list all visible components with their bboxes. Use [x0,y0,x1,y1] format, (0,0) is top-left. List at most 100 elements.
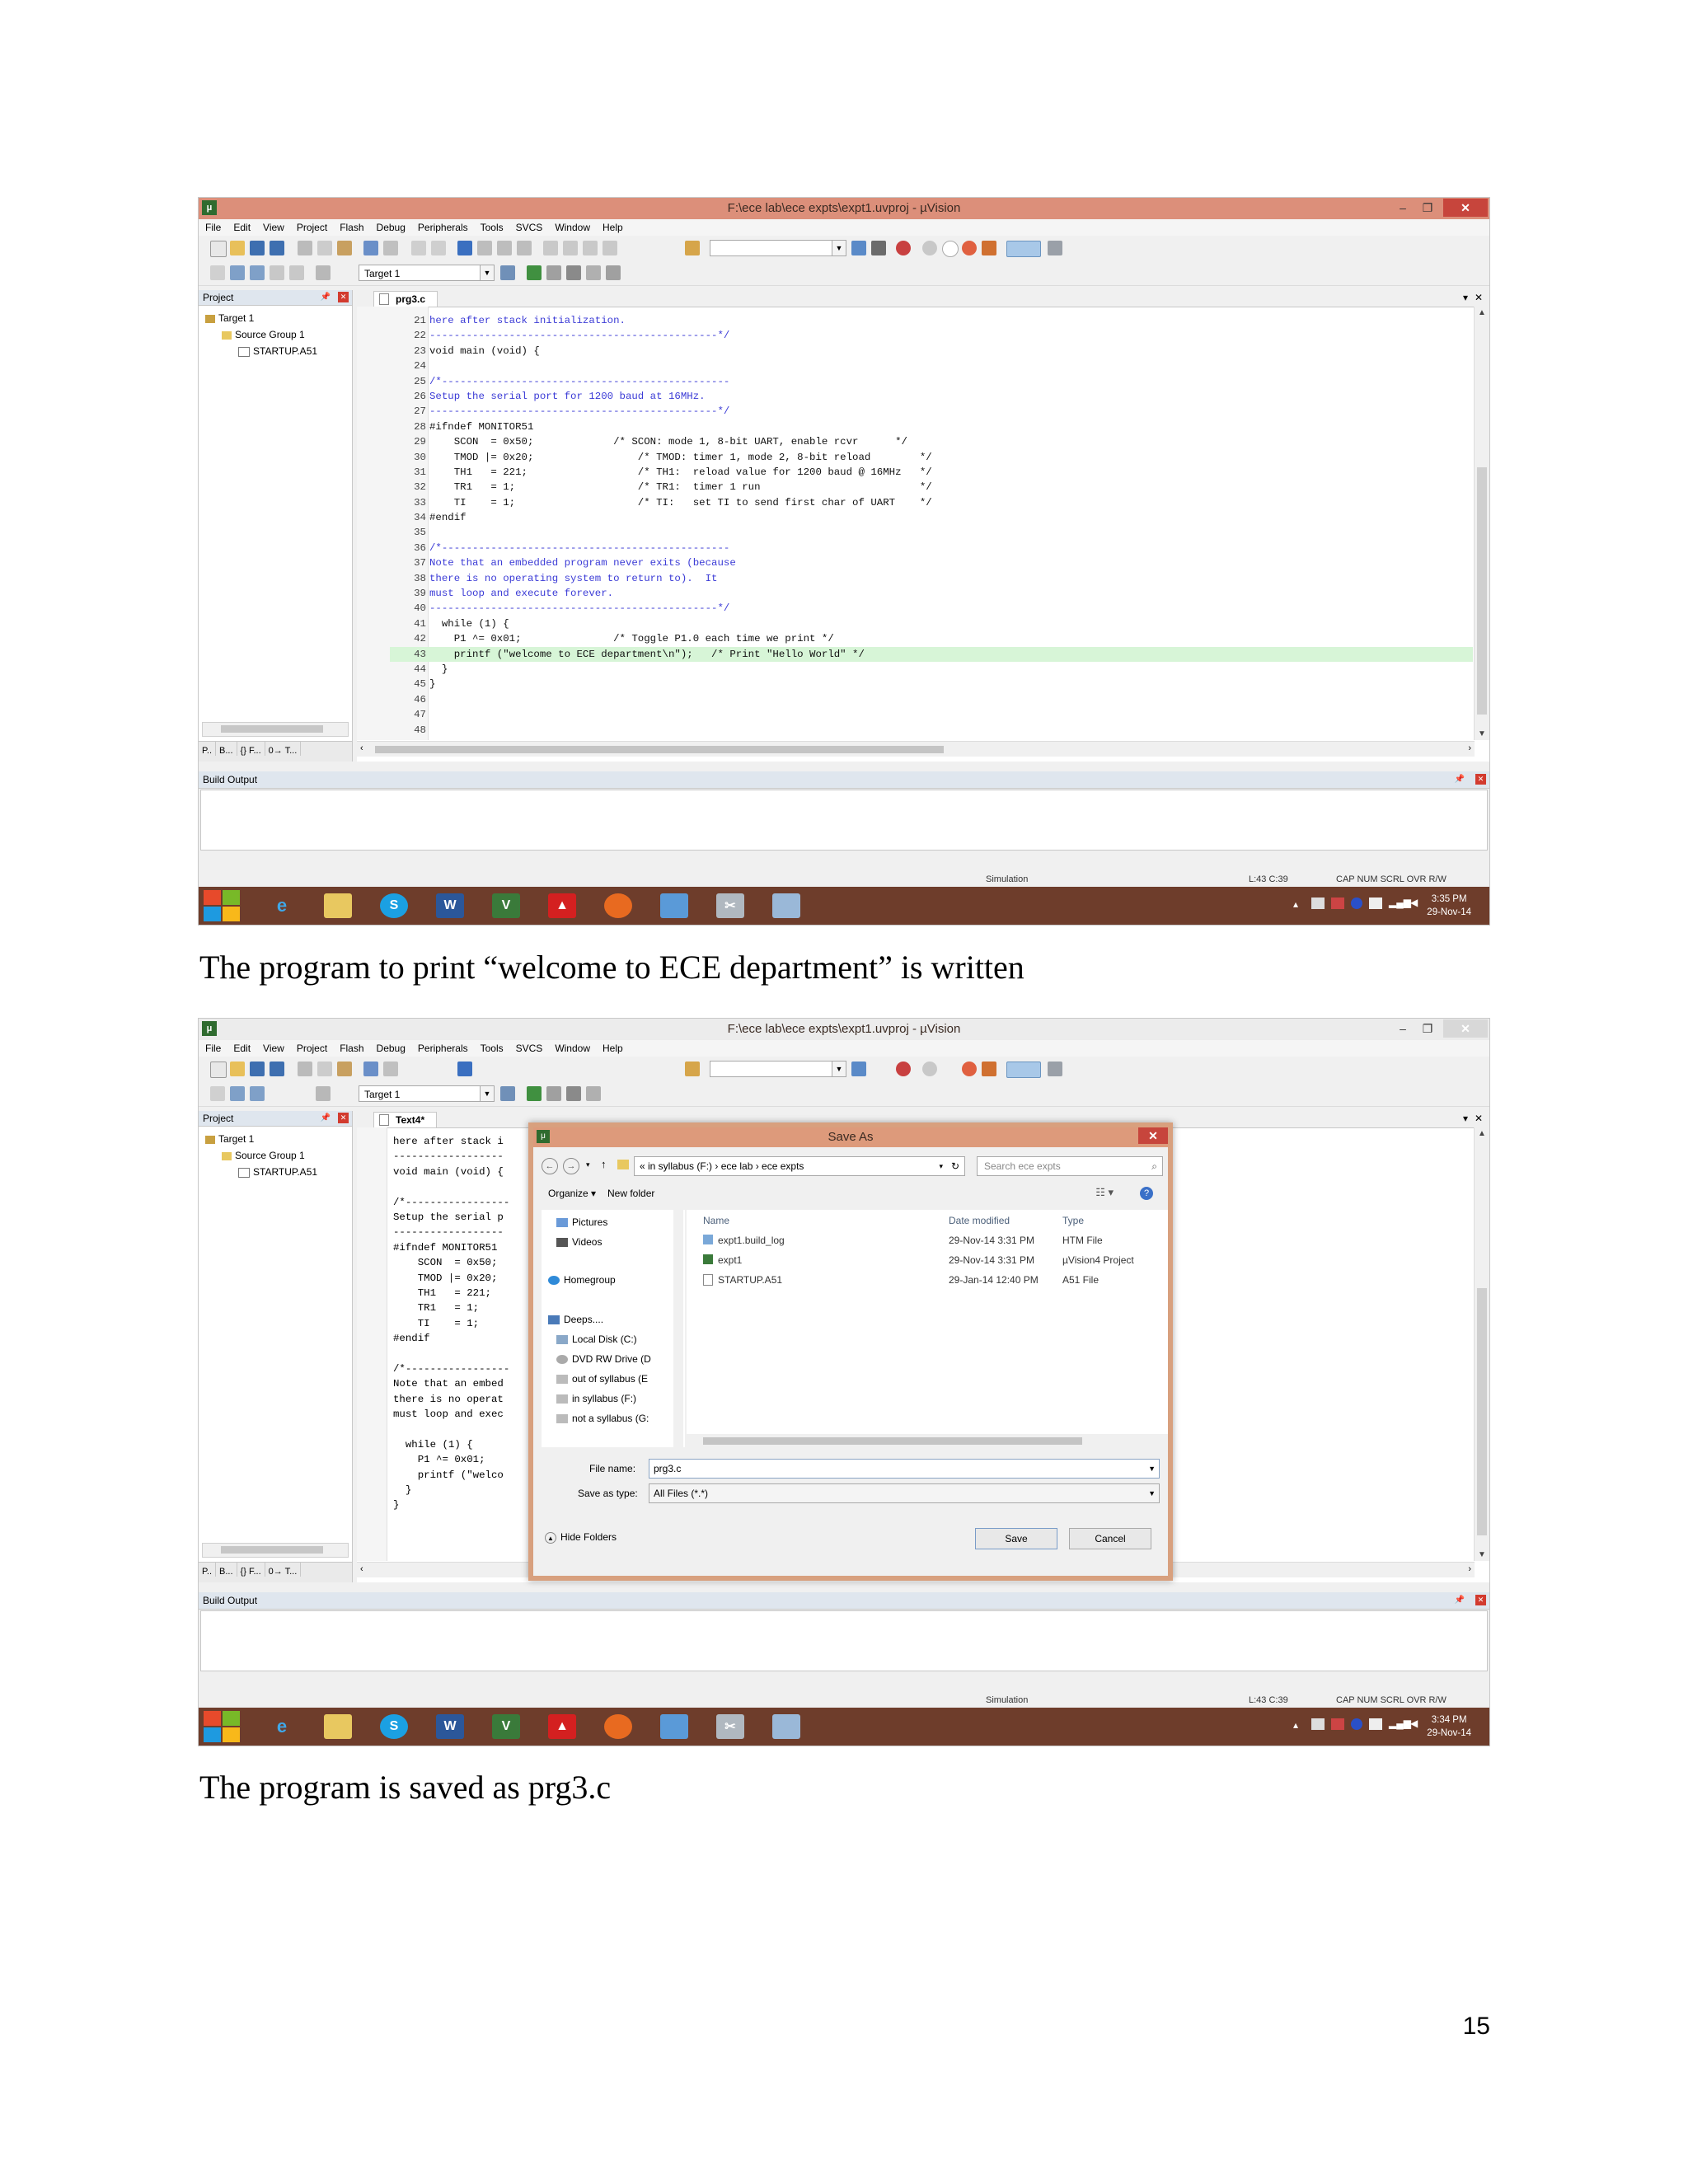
unindent-icon[interactable] [563,241,578,255]
file-extensions-icon[interactable] [527,265,542,280]
start-logo-icon[interactable] [204,890,240,921]
file-list-hscroll[interactable] [687,1434,1168,1447]
help-icon[interactable]: ? [1140,1187,1153,1200]
scroll-down-icon[interactable]: ▼ [1475,1550,1489,1559]
code-line[interactable]: void main (void) { [393,1165,509,1179]
bookmark-icon[interactable] [457,1062,472,1076]
scroll-thumb[interactable] [375,746,944,753]
save-icon[interactable] [250,1062,265,1076]
uvision-task-icon[interactable]: V [482,1710,530,1743]
code-line[interactable]: printf ("welco [393,1468,509,1483]
code-line[interactable]: 33 TI = 1; /* TI: set TI to send first c… [390,495,1473,510]
menu-project[interactable]: Project [290,1040,333,1054]
download-icon[interactable] [316,1086,331,1101]
tab-project[interactable]: P.. [199,1563,217,1577]
bookmark-icon[interactable] [457,241,472,255]
save-all-icon[interactable] [270,1062,284,1076]
nav-computer[interactable]: Deeps.... [548,1314,603,1325]
code-line[interactable]: } [393,1497,509,1512]
save-all-icon[interactable] [270,241,284,255]
menu-file[interactable]: File [199,1040,227,1054]
code-line[interactable]: must loop and exec [393,1407,509,1422]
code-line[interactable]: 45} [390,677,1473,691]
menu-view[interactable]: View [256,1040,290,1054]
minimize-button[interactable]: – [1392,199,1414,217]
forward-arrow-icon[interactable]: → [563,1158,579,1174]
code-line[interactable]: Setup the serial p [393,1210,509,1225]
paste-icon[interactable] [337,241,352,255]
new-file-icon[interactable] [210,241,227,257]
tray-bluetooth-icon[interactable] [1351,1718,1362,1730]
code-line[interactable]: 24 [390,359,1473,373]
close-button[interactable]: ✕ [1443,1019,1488,1038]
menu-peripherals[interactable]: Peripherals [411,1040,474,1054]
close-tab-icon[interactable]: ✕ [1475,292,1483,303]
code-line[interactable]: 42 P1 ^= 0x01; /* Toggle P1.0 each time … [390,631,1473,646]
code-line[interactable] [393,1179,509,1194]
snipping-tool-icon[interactable]: ✂ [706,1710,754,1743]
tray-signal-icon[interactable]: ▂▄▆ [1389,1718,1411,1729]
restore-button[interactable]: ❐ [1417,1019,1438,1038]
code-line[interactable]: 48 [390,723,1473,738]
find-in-files-icon[interactable] [685,241,700,255]
menu-project[interactable]: Project [290,219,333,233]
word-icon[interactable]: W [426,1710,474,1743]
nav-in-syllabus[interactable]: in syllabus (F:) [556,1393,636,1404]
manage-project-icon[interactable] [546,1086,561,1101]
tab-books[interactable]: B... [216,742,237,756]
code-line[interactable] [393,1346,509,1361]
menu-peripherals[interactable]: Peripherals [411,219,474,233]
incremental-find-icon[interactable] [871,241,886,255]
snipping-tool-icon[interactable]: ✂ [706,889,754,922]
restore-button[interactable]: ❐ [1417,199,1438,217]
select-packs-icon[interactable] [566,265,581,280]
breakpoint-icon[interactable] [922,1062,937,1076]
target-options-icon[interactable] [500,1086,515,1101]
editor-vscroll[interactable]: ▲ ▼ [1474,307,1489,740]
back-arrow-icon[interactable]: ← [542,1158,558,1174]
cut-icon[interactable] [298,1062,312,1076]
address-bar[interactable]: « in syllabus (F:) › ece lab › ece expts… [634,1156,965,1176]
build-output-text[interactable] [200,790,1488,851]
tree-item-target[interactable]: Target 1 [205,310,317,326]
tab-project[interactable]: P.. [199,742,217,756]
configure-icon[interactable] [982,241,996,255]
disable-breakpoint-icon[interactable] [942,241,959,257]
code-line[interactable]: while (1) { [393,1437,509,1452]
prev-bookmark-icon[interactable] [477,241,492,255]
nav-videos[interactable]: Videos [556,1236,602,1248]
scroll-right-icon[interactable]: › [1468,1564,1471,1574]
pin-icon[interactable]: 📌 [321,1111,331,1126]
file-row[interactable]: expt1.build_log 29-Nov-14 3:31 PM HTM Fi… [687,1231,1168,1249]
word-icon[interactable]: W [426,889,474,922]
file-row[interactable]: expt1 29-Nov-14 3:31 PM µVision4 Project [687,1251,1168,1269]
scroll-thumb[interactable] [1477,1288,1487,1535]
tree-item-startup[interactable]: STARTUP.A51 [205,1164,317,1180]
code-line[interactable]: 28 #ifndef MONITOR51 [390,419,1473,434]
editor-vscroll[interactable]: ▲ ▼ [1474,1127,1489,1561]
internet-explorer-icon[interactable]: e [258,1710,306,1743]
code-line[interactable]: 25/*------------------------------------… [390,374,1473,389]
code-line[interactable]: 27 --------------------------------------… [390,404,1473,419]
scroll-up-icon[interactable]: ▲ [1475,1129,1489,1138]
menu-window[interactable]: Window [548,219,596,233]
scroll-up-icon[interactable]: ▲ [1475,308,1489,317]
nav-dvd-drive[interactable]: DVD RW Drive (D [556,1353,651,1365]
code-line[interactable]: /*----------------- [393,1361,509,1376]
chevron-down-icon[interactable]: ▼ [832,1062,846,1076]
save-button[interactable]: Save [975,1528,1057,1549]
search-icon[interactable]: ⌕ [1151,1157,1157,1175]
acrobat-icon[interactable]: ▲ [538,1710,586,1743]
menu-flash[interactable]: Flash [333,1040,369,1054]
debug-session-icon[interactable] [896,1062,911,1076]
find-icon[interactable] [851,241,866,255]
close-pane-icon[interactable]: ✕ [1475,1595,1486,1605]
code-line[interactable]: 39 must loop and execute forever. [390,586,1473,601]
open-folder-icon[interactable] [230,241,245,255]
file-explorer-icon[interactable] [314,889,362,922]
file-extensions-icon[interactable] [527,1086,542,1101]
code-line[interactable]: #endif [393,1331,509,1346]
pin-icon[interactable]: 📌 [1455,771,1465,788]
new-file-icon[interactable] [210,1062,227,1078]
find-combo[interactable]: ▼ [710,1061,846,1077]
